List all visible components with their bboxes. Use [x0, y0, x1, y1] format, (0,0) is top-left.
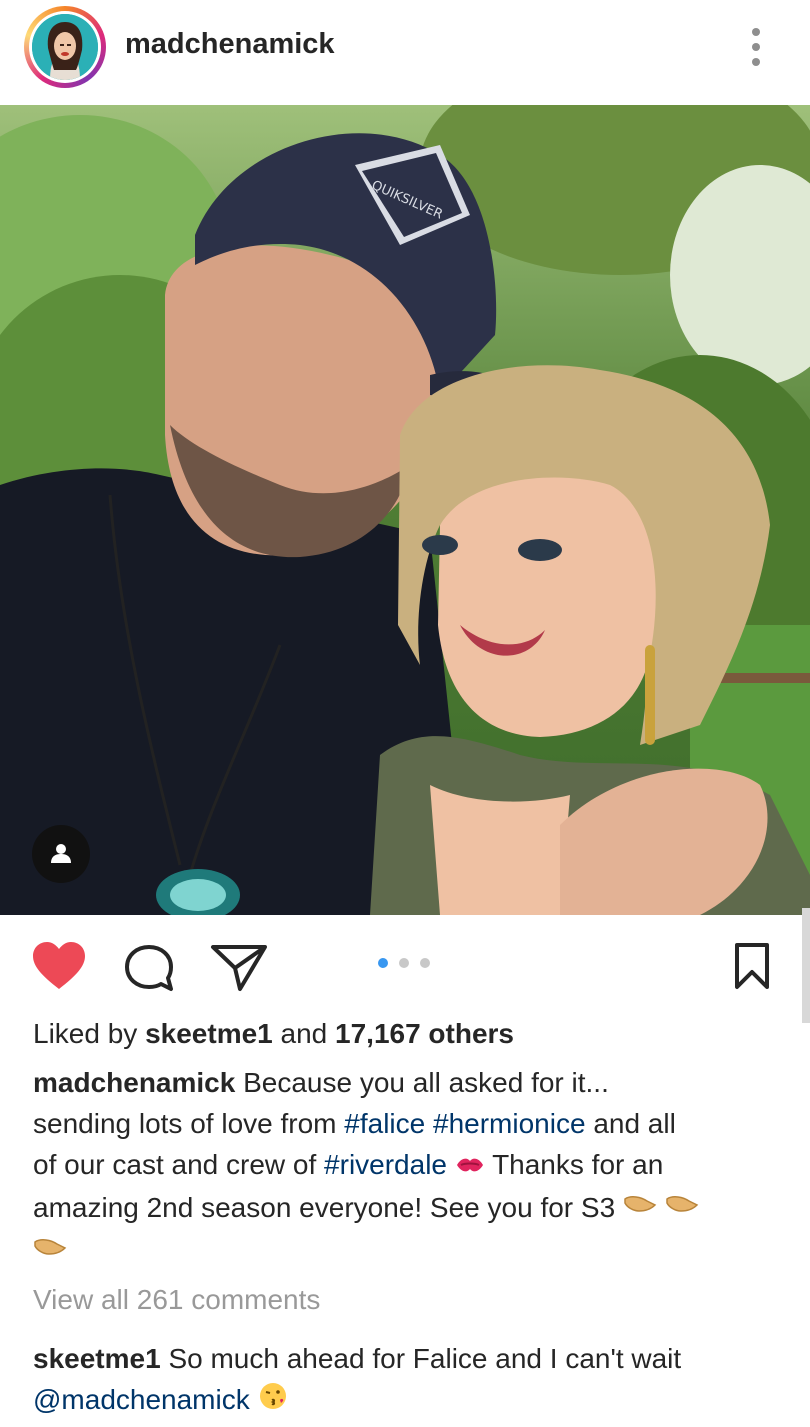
save-button[interactable]	[734, 942, 770, 990]
kiss-mark-emoji-icon	[455, 1146, 485, 1187]
hashtag-link[interactable]: #hermionice	[433, 1108, 586, 1139]
more-vertical-icon	[752, 43, 760, 51]
user-tag-icon	[51, 844, 71, 863]
liker-username[interactable]: skeetme1	[145, 1018, 273, 1049]
comment-author[interactable]: skeetme1	[33, 1343, 161, 1374]
post-caption: madchenamick Because you all asked for i…	[33, 1062, 783, 1273]
carousel-dot	[399, 958, 409, 968]
likes-prefix: Liked by	[33, 1018, 138, 1049]
share-button[interactable]	[210, 942, 268, 992]
view-all-comments-link[interactable]: View all 261 comments	[33, 1284, 320, 1316]
pointing-hand-emoji-icon	[33, 1232, 67, 1273]
post-username[interactable]: madchenamick	[125, 28, 335, 61]
caption-line2-tail: and all	[593, 1108, 676, 1139]
avatar-image	[32, 14, 98, 80]
scrollbar[interactable]	[802, 908, 810, 1023]
likes-others[interactable]: 17,167 others	[335, 1018, 514, 1049]
hashtag-link[interactable]: #falice	[344, 1108, 425, 1139]
likes-summary[interactable]: Liked by skeetme1 and 17,167 others	[33, 1018, 514, 1050]
kissing-face-emoji-icon	[258, 1381, 288, 1422]
carousel-dot	[420, 958, 430, 968]
caption-author[interactable]: madchenamick	[33, 1067, 235, 1098]
pointing-hand-emoji-icon	[623, 1189, 657, 1230]
hashtag-link[interactable]: #riverdale	[324, 1149, 447, 1180]
comment-text: So much ahead for Falice and I can't wai…	[168, 1343, 682, 1374]
pointing-hand-emoji-icon	[665, 1189, 699, 1230]
paper-plane-icon	[211, 945, 267, 991]
post-header: madchenamick	[0, 0, 810, 105]
top-comment: skeetme1 So much ahead for Falice and I …	[33, 1338, 793, 1422]
caption-line1: Because you all asked for it...	[243, 1067, 609, 1098]
more-vertical-icon	[752, 58, 760, 66]
avatar[interactable]	[24, 6, 106, 88]
more-vertical-icon	[752, 28, 760, 36]
heart-icon	[33, 942, 85, 989]
user-tag-button[interactable]	[32, 825, 90, 883]
caption-line4: amazing 2nd season everyone! See you for…	[33, 1192, 616, 1224]
comment-mention[interactable]: @madchenamick	[33, 1384, 250, 1415]
avatar-frame	[29, 11, 101, 83]
carousel-dot-active	[378, 958, 388, 968]
likes-conjunction: and	[280, 1018, 328, 1049]
comment-button[interactable]	[123, 943, 175, 993]
caption-line2: sending lots of love from	[33, 1108, 337, 1139]
post-image: QUIKSILVER	[0, 105, 810, 915]
caption-line3-tail: Thanks for an	[492, 1149, 664, 1180]
more-options-button[interactable]	[744, 26, 768, 68]
caption-line3: of our cast and crew of	[33, 1149, 317, 1180]
bookmark-icon	[735, 943, 769, 989]
like-button[interactable]	[31, 940, 87, 992]
post-photo[interactable]: QUIKSILVER	[0, 105, 810, 915]
comment-icon	[125, 945, 173, 991]
